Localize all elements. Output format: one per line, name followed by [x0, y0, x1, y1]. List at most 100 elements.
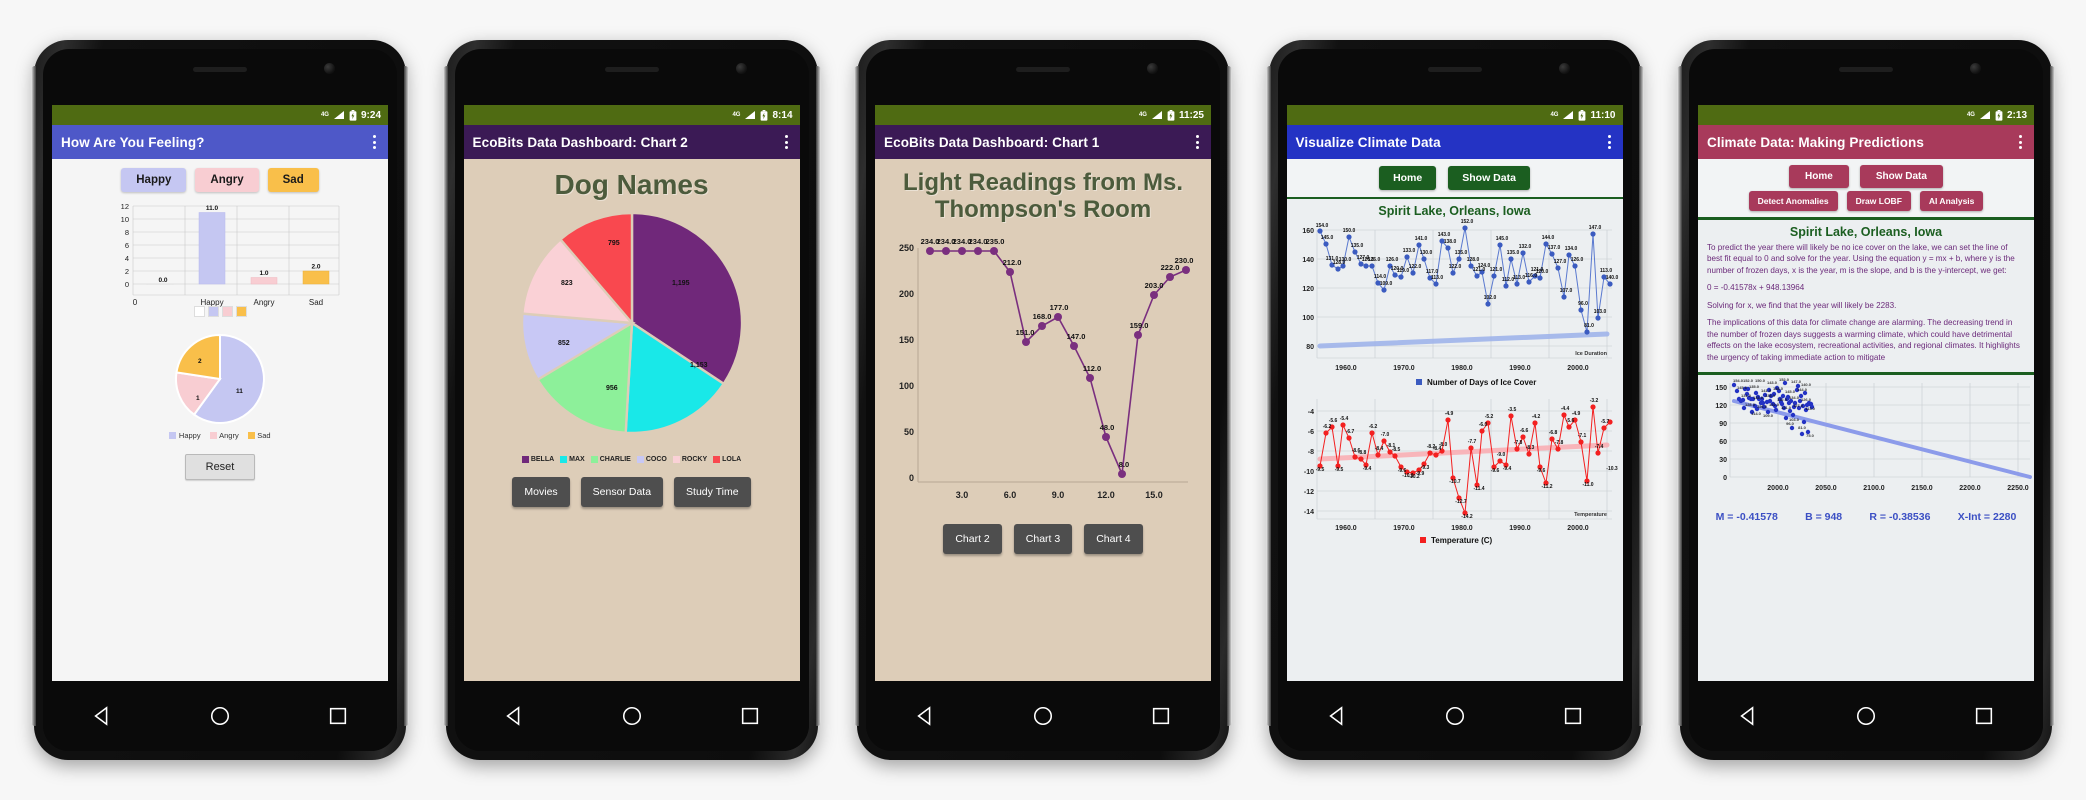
svg-text:6.0: 6.0	[1004, 490, 1017, 500]
svg-text:145.0: 145.0	[1496, 236, 1509, 242]
svg-text:-9.4: -9.4	[1503, 466, 1512, 472]
study-time-button[interactable]: Study Time	[674, 477, 751, 507]
stat-slope: M = -0.41578	[1715, 511, 1778, 524]
svg-text:30: 30	[1719, 457, 1727, 464]
recents-icon[interactable]	[327, 705, 349, 727]
angry-button[interactable]: Angry	[195, 168, 259, 192]
recents-icon[interactable]	[1562, 705, 1584, 727]
legend-item-rocky: ROCKY	[672, 456, 707, 463]
chart-2-button[interactable]: Chart 2	[943, 523, 1002, 554]
svg-text:126.0: 126.0	[1386, 257, 1399, 263]
overflow-menu-icon[interactable]	[370, 131, 379, 153]
svg-text:126.0: 126.0	[1757, 404, 1768, 409]
svg-text:147.0: 147.0	[1067, 332, 1086, 341]
svg-text:0: 0	[125, 280, 129, 289]
svg-text:135.0: 135.0	[1765, 393, 1776, 398]
svg-text:127.0: 127.0	[1554, 259, 1567, 265]
back-icon[interactable]	[1326, 705, 1348, 727]
home-icon[interactable]	[1032, 705, 1054, 727]
front-camera	[735, 63, 747, 74]
sad-button[interactable]: Sad	[267, 168, 319, 192]
svg-text:144.0: 144.0	[1542, 235, 1555, 241]
status-bar: 4G 11:10	[1286, 105, 1623, 125]
overflow-menu-icon[interactable]	[2016, 131, 2025, 153]
sensor-data-button[interactable]: Sensor Data	[580, 477, 664, 507]
svg-text:100: 100	[899, 381, 914, 391]
svg-text:145.0: 145.0	[1321, 235, 1334, 241]
svg-text:150.0: 150.0	[1755, 378, 1766, 383]
svg-text:-4.4: -4.4	[1561, 406, 1570, 412]
svg-text:138.0: 138.0	[1773, 386, 1784, 391]
svg-text:121.0: 121.0	[1490, 267, 1503, 273]
back-icon[interactable]	[914, 705, 936, 727]
temperature-annotation: Temperature	[1574, 512, 1607, 518]
back-icon[interactable]	[503, 705, 525, 727]
svg-text:1980.0: 1980.0	[1451, 365, 1473, 372]
page-title: How Are You Feeling?	[61, 134, 205, 150]
main-content: Home Show Data Detect Anomalies Draw LOB…	[1698, 159, 2034, 681]
svg-text:823: 823	[561, 280, 573, 287]
chart-heading: Light Readings from Ms. Thompson's Room	[902, 169, 1183, 224]
chart-3-button[interactable]: Chart 3	[1013, 523, 1073, 554]
main-content: Home Show Data Spirit Lake, Orleans, Iow…	[1286, 159, 1623, 681]
recents-icon[interactable]	[739, 705, 761, 727]
svg-text:-4.2: -4.2	[1532, 414, 1541, 420]
svg-text:140: 140	[1302, 257, 1314, 264]
svg-text:160: 160	[1302, 228, 1314, 235]
svg-text:113.0: 113.0	[1600, 268, 1612, 274]
home-icon[interactable]	[209, 705, 231, 727]
svg-text:-14.2: -14.2	[1461, 514, 1473, 520]
recents-icon[interactable]	[1150, 705, 1172, 727]
network-icon: 4G	[732, 112, 741, 118]
home-button[interactable]: Home	[1379, 166, 1437, 190]
mood-button-row: Happy Angry Sad	[121, 168, 319, 192]
home-icon[interactable]	[1855, 705, 1877, 727]
screen: 4G 9:24 How Are You Feeling? Happy Angry…	[52, 105, 388, 681]
legend-item-charlie: CHARLIE	[590, 456, 631, 463]
svg-text:-6.2: -6.2	[1369, 424, 1378, 430]
svg-text:121.0: 121.0	[1781, 405, 1792, 410]
svg-text:119.0: 119.0	[1397, 268, 1409, 274]
svg-text:145.0: 145.0	[1785, 389, 1796, 394]
svg-text:6: 6	[125, 241, 129, 250]
earpiece-speaker	[193, 67, 247, 72]
back-icon[interactable]	[91, 705, 113, 727]
chart-4-button[interactable]: Chart 4	[1084, 523, 1143, 554]
back-icon[interactable]	[1737, 705, 1759, 727]
network-icon: 4G	[1138, 112, 1147, 118]
svg-text:-5.6: -5.6	[1566, 418, 1575, 424]
svg-text:2000.0: 2000.0	[1767, 485, 1789, 492]
overflow-menu-icon[interactable]	[1605, 131, 1614, 153]
phone-gallery: 4G 9:24 How Are You Feeling? Happy Angry…	[0, 0, 2086, 800]
svg-text:80: 80	[1306, 344, 1314, 351]
svg-text:140.0: 140.0	[1606, 275, 1619, 281]
recents-icon[interactable]	[1973, 705, 1995, 727]
show-data-button[interactable]: Show Data	[1859, 165, 1943, 188]
svg-text:0: 0	[133, 298, 138, 307]
svg-text:135.0: 135.0	[1351, 243, 1364, 249]
ai-analysis-button[interactable]: AI Analysis	[1919, 191, 1984, 211]
svg-text:-6.0: -6.0	[1479, 422, 1488, 428]
svg-text:-9.6: -9.6	[1537, 468, 1546, 474]
svg-text:-5.4: -5.4	[1340, 416, 1349, 422]
happy-button[interactable]: Happy	[121, 168, 187, 192]
home-button[interactable]: Home	[1789, 165, 1849, 188]
svg-text:1,153: 1,153	[690, 362, 708, 369]
home-icon[interactable]	[621, 705, 643, 727]
svg-text:131.0: 131.0	[1741, 393, 1752, 398]
draw-lobf-button[interactable]: Draw LOBF	[1846, 191, 1911, 211]
reset-button[interactable]: Reset	[184, 454, 256, 480]
app-bar: How Are You Feeling?	[52, 125, 388, 159]
app-bar: Visualize Climate Data	[1286, 125, 1623, 159]
svg-text:-9.4: -9.4	[1363, 466, 1372, 472]
show-data-button[interactable]: Show Data	[1448, 166, 1530, 190]
svg-text:-10.3: -10.3	[1606, 466, 1618, 472]
detect-anomalies-button[interactable]: Detect Anomalies	[1748, 191, 1838, 211]
clock: 11:25	[1178, 109, 1204, 121]
overflow-menu-icon[interactable]	[782, 131, 791, 153]
svg-text:154.0: 154.0	[1316, 223, 1329, 229]
overflow-menu-icon[interactable]	[1193, 131, 1202, 153]
svg-text:96.0: 96.0	[1578, 301, 1588, 307]
home-icon[interactable]	[1444, 705, 1466, 727]
movies-button[interactable]: Movies	[512, 477, 570, 507]
